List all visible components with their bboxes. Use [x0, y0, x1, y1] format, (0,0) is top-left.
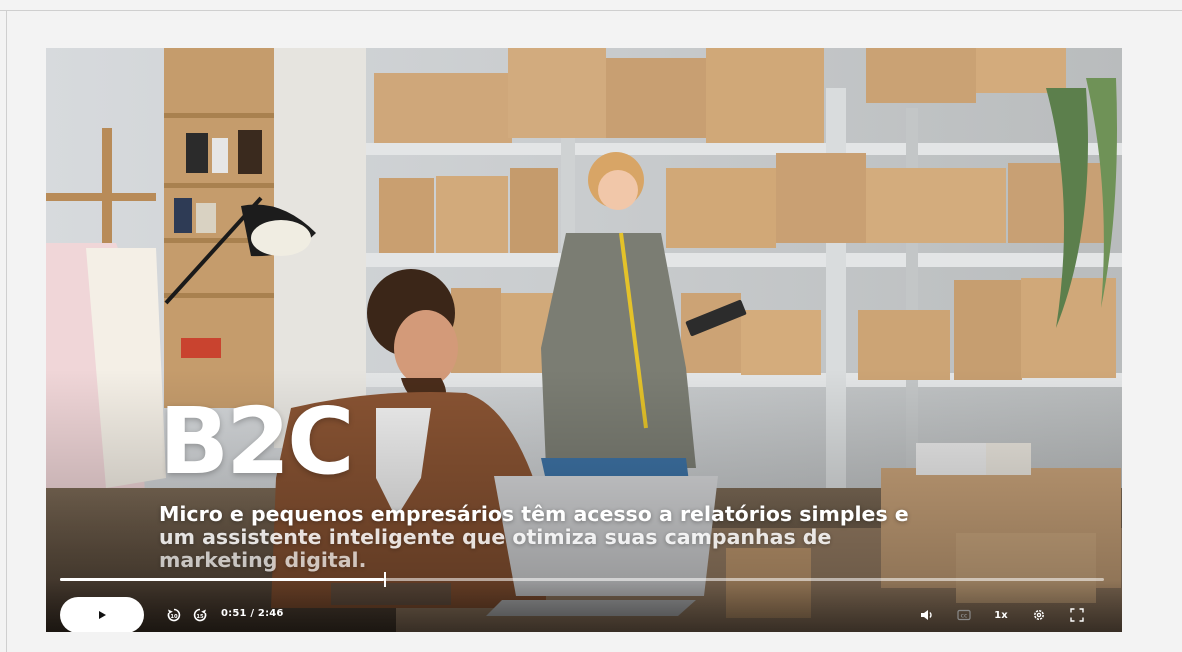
progress-played: [60, 578, 384, 581]
settings-button[interactable]: [1029, 603, 1049, 627]
duration: 2:46: [257, 608, 284, 619]
overlay-subtitle: Micro e pequenos empresários têm acesso …: [159, 503, 979, 572]
overlay-title: B2C: [159, 388, 355, 495]
captions-icon: CC: [957, 609, 971, 621]
time-display: 0:51 / 2:46: [221, 608, 284, 619]
svg-text:10: 10: [170, 614, 178, 620]
forward-15-button[interactable]: 15: [190, 603, 210, 627]
top-bar: [0, 0, 1182, 11]
time-separator: /: [246, 608, 258, 619]
overlay-subtitle-line: Micro e pequenos empresários têm acesso …: [159, 502, 909, 526]
fullscreen-icon: [1070, 608, 1084, 622]
fullscreen-button[interactable]: [1067, 603, 1087, 627]
left-frame-border: [6, 11, 7, 652]
captions-button[interactable]: CC: [954, 603, 974, 627]
volume-button[interactable]: [917, 603, 937, 627]
speed-button[interactable]: 1x: [991, 603, 1011, 627]
play-icon: [99, 611, 106, 619]
progress-handle[interactable]: [383, 572, 386, 587]
svg-text:CC: CC: [961, 613, 968, 619]
volume-icon: [921, 610, 932, 620]
overlay-subtitle-line: um assistente inteligente que otimiza su…: [159, 525, 832, 549]
playback-speed: 1x: [994, 609, 1008, 621]
forward-15-icon: 15: [193, 608, 207, 622]
rewind-10-icon: 10: [167, 608, 181, 622]
play-button[interactable]: [60, 597, 144, 632]
progress-bar[interactable]: [60, 572, 1104, 587]
video-player[interactable]: B2C Micro e pequenos empresários têm ace…: [46, 48, 1122, 632]
overlay-subtitle-line: marketing digital.: [159, 548, 367, 572]
gear-icon: [1034, 610, 1044, 620]
svg-text:15: 15: [196, 614, 204, 620]
current-time: 0:51: [221, 608, 247, 619]
rewind-10-button[interactable]: 10: [164, 603, 184, 627]
